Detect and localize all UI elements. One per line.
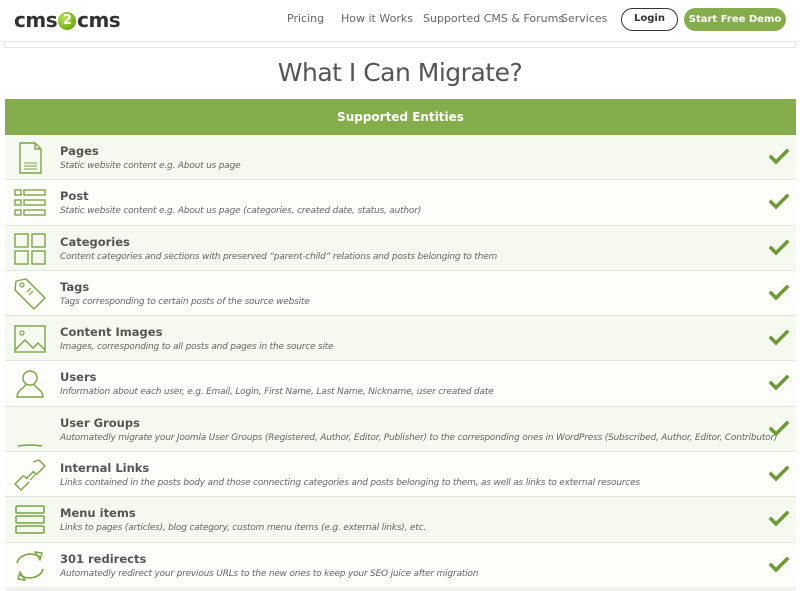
- divider: [4, 42, 796, 48]
- table-row: Categories Content categories and section…: [5, 225, 796, 271]
- nav-pricing[interactable]: Pricing: [287, 12, 324, 30]
- table-row: Users Information about each user, e.g. E…: [5, 361, 796, 407]
- entity-description: Links to pages (articles), blog category…: [60, 523, 426, 534]
- menu-icon: [13, 503, 47, 537]
- table-footer: [5, 587, 796, 591]
- entity-title: Pages: [60, 144, 99, 158]
- entity-title: Categories: [60, 234, 130, 249]
- table-row: Menu items Links to pages (articles), blo…: [5, 497, 796, 543]
- logo-ball-icon: 2: [58, 12, 77, 30]
- entity-description: Tags corresponding to certain posts of t…: [60, 296, 310, 307]
- nav-how-it-works[interactable]: How it Works: [341, 12, 413, 30]
- checkmark-icon: [768, 420, 790, 437]
- entity-description: Static website content e.g. About us pag…: [60, 161, 241, 171]
- logo-text-right: cms: [77, 8, 121, 32]
- entity-description: Automatedly redirect your previous URLs …: [60, 568, 479, 579]
- table-row: Post Static website content e.g. About us…: [5, 180, 796, 226]
- table-row: User Groups Automatedly migrate your Joom…: [5, 406, 796, 453]
- site-header: cms 2 cms Pricing How it Works Supported…: [0, 0, 800, 42]
- nav-services[interactable]: Services: [561, 12, 607, 30]
- tag-icon: [13, 277, 47, 311]
- entity-title: User Groups: [60, 415, 140, 430]
- checkmark-icon: [768, 239, 790, 256]
- user-icon: [13, 367, 47, 401]
- redirect-icon: [13, 549, 47, 583]
- nav-supported-cms[interactable]: Supported CMS & Forums: [423, 12, 564, 30]
- logo[interactable]: cms 2 cms: [14, 8, 121, 32]
- entity-description: Content categories and sections with pre…: [60, 251, 498, 262]
- entity-description: Images, corresponding to all posts and p…: [60, 342, 334, 353]
- login-button[interactable]: Login: [621, 8, 678, 31]
- table-row: 301 redirects Automatedly redirect your p…: [5, 542, 796, 588]
- user-group-icon: [13, 413, 47, 447]
- list-icon: [13, 186, 47, 220]
- start-free-demo-button[interactable]: Start Free Demo: [684, 8, 786, 31]
- table-header: Supported Entities: [5, 99, 796, 135]
- checkmark-icon: [768, 148, 790, 165]
- page-icon: [13, 141, 47, 175]
- checkmark-icon: [768, 465, 790, 482]
- checkmark-icon: [768, 374, 790, 392]
- checkmark-icon: [768, 284, 790, 301]
- entity-description: Links contained in the posts body and th…: [60, 478, 640, 489]
- table-row: Internal Links Links contained in the pos…: [5, 452, 796, 498]
- entity-description: Static website content e.g. About us pag…: [60, 206, 422, 217]
- logo-text-left: cms: [14, 8, 58, 32]
- entity-title: Internal Links: [60, 461, 150, 476]
- checkmark-icon: [768, 556, 790, 573]
- supported-entities-table: Supported Entities Pages Static website c…: [5, 99, 796, 588]
- entity-title: Post: [60, 189, 89, 204]
- page-title: What I Can Migrate?: [277, 58, 523, 87]
- entity-description: Automatedly migrate your Joomla User Gro…: [60, 432, 778, 443]
- checkmark-icon: [768, 329, 790, 346]
- table-row: Tags Tags corresponding to certain posts …: [5, 270, 796, 317]
- checkmark-icon: [768, 510, 790, 527]
- table-row: Content Images Images, corresponding to a…: [5, 316, 796, 362]
- table-row: Pages Static website content e.g. About u…: [5, 135, 796, 181]
- entity-title: 301 redirects: [60, 551, 147, 566]
- checkmark-icon: [768, 193, 790, 210]
- entity-title: Tags: [60, 279, 90, 294]
- table-body: Pages Static website content e.g. About u…: [5, 135, 796, 588]
- entity-title: Users: [60, 370, 97, 385]
- entity-title: Menu items: [60, 506, 136, 521]
- image-icon: [13, 322, 47, 356]
- entity-description: Information about each user, e.g. Email,…: [60, 387, 494, 398]
- entity-title: Content Images: [60, 325, 163, 340]
- link-icon: [13, 458, 47, 492]
- grid-icon: [13, 232, 47, 266]
